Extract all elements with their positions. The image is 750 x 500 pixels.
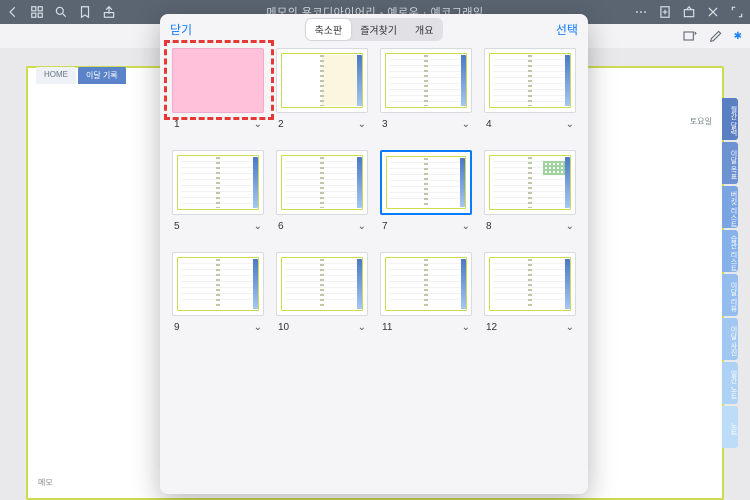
thumbnail-cell: 6⌄ [276,150,368,246]
page-thumbnail-4[interactable] [484,48,576,113]
page-thumbnail-7[interactable] [380,150,472,215]
segment-favorites[interactable]: 즐겨찾기 [351,19,406,40]
chevron-down-icon[interactable]: ⌄ [358,119,366,130]
page-number: 7 [382,221,388,232]
grid-icon[interactable] [30,5,44,19]
thumbnail-cell: 8⌄ [484,150,576,246]
chevron-down-icon[interactable]: ⌄ [566,322,574,333]
page-thumbnail-1[interactable] [172,48,264,113]
thumbnail-grid: 1⌄ 2⌄ 3⌄ 4⌄ [172,48,576,347]
thumbnail-cell: 12 ⌄ [484,252,576,348]
close-button[interactable]: 닫기 [170,21,192,38]
share-icon[interactable] [102,5,116,19]
page-thumbnail-11[interactable] [380,252,472,317]
thumbnail-cell: 2⌄ [276,48,368,144]
thumbnail-cell: 11 ⌄ [380,252,472,348]
page-thumbnail-5[interactable] [172,150,264,215]
page-number: 8 [486,221,492,232]
panel-header: 닫기 축소판 즐겨찾기 개요 선택 [160,14,588,44]
side-tab-1[interactable]: 이달 목표 [722,142,738,184]
pen-icon[interactable] [708,28,724,44]
planner-tab-home[interactable]: HOME [36,67,76,84]
page-thumbnail-12[interactable] [484,252,576,317]
chevron-down-icon[interactable]: ⌄ [462,221,470,232]
side-tab-3[interactable]: 습관 리스트 [722,230,738,272]
back-icon[interactable] [6,5,20,19]
page-number: 1 [174,119,180,130]
more-icon[interactable] [634,5,648,19]
page-thumbnail-8[interactable] [484,150,576,215]
bookmark-icon[interactable] [78,5,92,19]
thumbnail-cell: 9⌄ [172,252,264,348]
expand-icon[interactable] [730,5,744,19]
planner-top-tabs: HOME 이달 기록 [36,67,126,84]
planner-side-tabs: 월간 달력 이달 목표 버킷 리스트 습관 리스트 이달 리뷰 이달 사진 일간… [722,98,738,448]
page-number: 12 [486,322,497,333]
bluetooth-indicator: ✱ [734,31,742,42]
chevron-down-icon[interactable]: ⌄ [462,119,470,130]
page-number: 11 [382,322,392,333]
side-tab-5[interactable]: 이달 사진 [722,318,738,360]
chevron-down-icon[interactable]: ⌄ [358,221,366,232]
chevron-down-icon[interactable]: ⌄ [254,322,262,333]
page-number: 2 [278,119,284,130]
side-tab-4[interactable]: 이달 리뷰 [722,274,738,316]
side-tab-6[interactable]: 일간 노트 [722,362,738,404]
export-icon[interactable] [682,5,696,19]
thumbnail-cell: 7⌄ [380,150,472,246]
page-number: 6 [278,221,284,232]
thumbnail-cell: 4⌄ [484,48,576,144]
page-thumbnail-10[interactable] [276,252,368,317]
view-segmented-control: 축소판 즐겨찾기 개요 [305,18,444,41]
page-thumbnail-6[interactable] [276,150,368,215]
page-number: 10 [278,322,289,333]
thumbnails-panel: 닫기 축소판 즐겨찾기 개요 선택 1⌄ 2⌄ [160,14,588,494]
page-thumbnail-9[interactable] [172,252,264,317]
page-thumbnail-2[interactable] [276,48,368,113]
chevron-down-icon[interactable]: ⌄ [254,119,262,130]
search-icon[interactable] [54,5,68,19]
close-icon[interactable] [706,5,720,19]
side-tab-0[interactable]: 월간 달력 [722,98,738,140]
new-page-icon[interactable] [658,5,672,19]
side-tab-7[interactable]: 노트 [722,406,738,448]
planner-tab-month[interactable]: 이달 기록 [78,67,126,84]
page-number: 4 [486,119,492,130]
chevron-down-icon[interactable]: ⌄ [358,322,366,333]
thumbnail-cell: 5⌄ [172,150,264,246]
memo-label: 메모 [38,477,53,488]
thumbnail-cell: 10 ⌄ [276,252,368,348]
chevron-down-icon[interactable]: ⌄ [462,322,470,333]
page-number: 9 [174,322,180,333]
thumbnail-cell: 1⌄ [172,48,264,144]
chevron-down-icon[interactable]: ⌄ [566,221,574,232]
chevron-down-icon[interactable]: ⌄ [254,221,262,232]
chevron-down-icon[interactable]: ⌄ [566,119,574,130]
select-button[interactable]: 선택 [556,21,578,38]
panel-body: 1⌄ 2⌄ 3⌄ 4⌄ [160,44,588,494]
page-number: 3 [382,119,388,130]
segment-outline[interactable]: 개요 [406,19,442,40]
segment-thumbnails[interactable]: 축소판 [306,19,352,40]
rename-icon[interactable] [682,28,698,44]
thumbnail-cell: 3⌄ [380,48,472,144]
page-number: 5 [174,221,180,232]
saturday-label: 토요일 [690,116,712,127]
side-tab-2[interactable]: 버킷 리스트 [722,186,738,228]
page-thumbnail-3[interactable] [380,48,472,113]
